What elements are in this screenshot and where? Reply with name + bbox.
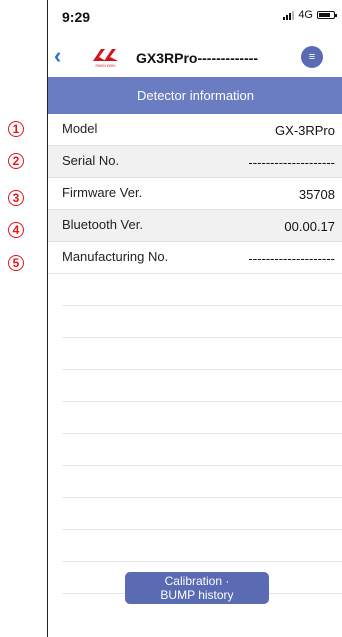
status-time: 9:29 <box>62 9 91 25</box>
row-value: -------------------- <box>248 155 335 170</box>
battery-icon <box>317 11 337 19</box>
svg-text:RIKEN KEIKI: RIKEN KEIKI <box>96 64 116 68</box>
row-label: Model <box>62 121 98 136</box>
row-bluetooth-ver: Bluetooth Ver. 00.00.17 <box>48 210 342 242</box>
empty-row <box>62 370 342 402</box>
calibration-bump-history-button[interactable]: Calibration · BUMP history <box>125 572 269 604</box>
callout-1: 1 <box>8 121 24 137</box>
row-value: 00.00.17 <box>284 219 335 234</box>
empty-row <box>62 402 342 434</box>
row-value: GX-3RPro <box>275 123 335 138</box>
status-indicators: 4G <box>283 9 337 21</box>
row-serial-no: Serial No. -------------------- <box>48 146 342 178</box>
signal-icon <box>283 10 295 20</box>
chevron-left-icon[interactable]: ‹ <box>54 43 61 69</box>
row-label: Manufacturing No. <box>62 249 169 264</box>
detector-info-list: Model GX-3RPro Serial No. --------------… <box>48 114 342 594</box>
row-label: Serial No. <box>62 153 120 168</box>
empty-row <box>62 498 342 530</box>
row-manufacturing-no: Manufacturing No. -------------------- <box>48 242 342 274</box>
empty-row <box>62 466 342 498</box>
callout-4: 4 <box>8 222 24 238</box>
row-model: Model GX-3RPro <box>48 114 342 146</box>
row-label: Firmware Ver. <box>62 185 143 200</box>
row-value: -------------------- <box>248 251 335 266</box>
riken-keiki-logo: RIKEN KEIKI <box>93 49 118 68</box>
row-firmware-ver: Firmware Ver. 35708 <box>48 178 342 210</box>
empty-row <box>62 274 342 306</box>
callout-5: 5 <box>8 255 24 271</box>
list-icon[interactable]: ≡ <box>301 46 323 68</box>
phone-screen: 9:29 4G ‹ RIKEN KEIKI GX3RPro-----------… <box>47 0 342 637</box>
row-label: Bluetooth Ver. <box>62 217 143 232</box>
section-header: Detector information <box>48 77 342 114</box>
nav-bar: ‹ RIKEN KEIKI GX3RPro------------- ≡ <box>48 40 342 74</box>
network-type: 4G <box>298 9 313 21</box>
button-label-line2: BUMP history <box>160 588 234 602</box>
empty-row <box>62 530 342 562</box>
status-bar: 9:29 4G <box>48 0 342 30</box>
empty-row <box>62 338 342 370</box>
empty-row <box>62 306 342 338</box>
callout-3: 3 <box>8 190 24 206</box>
row-value: 35708 <box>298 187 335 202</box>
nav-title: GX3RPro------------- <box>136 50 259 66</box>
callout-2: 2 <box>8 153 24 169</box>
empty-row <box>62 434 342 466</box>
button-label-line1: Calibration · <box>164 574 230 588</box>
